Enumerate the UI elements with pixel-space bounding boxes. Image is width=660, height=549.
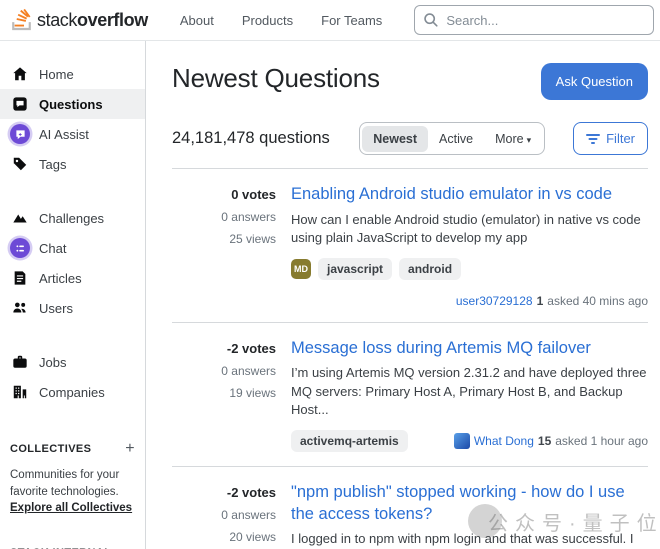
question-views: 19 views [172,386,276,400]
question-tags: MD javascript android [291,258,461,280]
question-views: 25 views [172,232,276,246]
sidebar-item-ai-assist[interactable]: AI Assist [0,119,145,149]
explore-collectives-link[interactable]: Explore all Collectives [10,502,132,514]
top-nav-links: About Products For Teams [170,7,392,34]
users-icon [10,298,30,318]
user-link[interactable]: What Dong [474,434,534,448]
building-icon [10,382,30,402]
search-icon [423,12,439,28]
stackoverflow-logo-icon [10,7,33,33]
sidebar-item-tags[interactable]: Tags [0,149,145,179]
top-navigation-bar: stackoverflow About Products For Teams [0,0,660,41]
tag-icon [10,154,30,174]
stackoverflow-logo[interactable]: stackoverflow [8,3,156,37]
filter-icon [586,133,600,145]
questions-icon [10,94,30,114]
nav-about[interactable]: About [170,7,224,34]
main-content: Newest Questions Ask Question 24,181,478… [146,41,660,549]
user-avatar[interactable] [454,433,470,449]
question-title-link[interactable]: Message loss during Artemis MQ failover [291,338,648,360]
chevron-down-icon: ▾ [527,135,532,145]
chat-icon [10,238,30,258]
question-votes: 0 votes [172,187,276,202]
user-link[interactable]: user30729128 [456,294,533,308]
question-excerpt: I logged in to npm with npm login and th… [291,530,648,549]
sidebar-item-label: Chat [39,241,66,256]
stackoverflow-page: stackoverflow About Products For Teams H… [0,0,660,549]
tag-activemq-artemis[interactable]: activemq-artemis [291,430,408,452]
sidebar-item-label: AI Assist [39,127,89,142]
question-excerpt: I’m using Artemis MQ version 2.31.2 and … [291,364,648,419]
question-attribution: What Dong 15 asked 1 hour ago [454,433,648,449]
home-icon [10,64,30,84]
question-views: 20 views [172,530,276,544]
sidebar-item-label: Users [39,301,73,316]
collectives-section: COLLECTIVES + Communities for your favor… [0,441,145,517]
question-votes: -2 votes [172,341,276,356]
question-votes: -2 votes [172,485,276,500]
tag-android[interactable]: android [399,258,461,280]
collectives-header: COLLECTIVES [10,443,91,455]
asked-time: asked 40 mins ago [547,294,648,308]
sidebar-item-label: Home [39,67,74,82]
search-input[interactable] [446,13,645,28]
filter-button[interactable]: Filter [573,122,648,155]
question-stats: 0 votes 0 answers 25 views [172,184,276,308]
sidebar-item-articles[interactable]: Articles [0,263,145,293]
question-row: 0 votes 0 answers 25 views Enabling Andr… [172,169,648,323]
sidebar-item-label: Articles [39,271,82,286]
question-stats: -2 votes 0 answers 19 views [172,338,276,452]
sidebar-item-challenges[interactable]: Challenges [0,203,145,233]
challenges-icon [10,208,30,228]
question-tags: activemq-artemis [291,430,408,452]
sidebar-item-jobs[interactable]: Jobs [0,347,145,377]
sort-tab-more[interactable]: More▾ [484,126,542,152]
ai-assist-icon [10,124,30,144]
question-row: -2 votes 0 answers 20 views "npm publish… [172,467,648,549]
collectives-description: Communities for your favorite technologi… [10,469,119,498]
sort-tab-active[interactable]: Active [428,126,484,152]
question-excerpt: How can I enable Android studio (emulato… [291,211,648,248]
nav-products[interactable]: Products [232,7,303,34]
stackoverflow-wordmark: stackoverflow [37,10,148,31]
briefcase-icon [10,352,30,372]
sidebar-item-chat[interactable]: Chat [0,233,145,263]
ask-question-button[interactable]: Ask Question [541,63,648,100]
page-title: Newest Questions [172,63,380,94]
sidebar-item-label: Questions [39,97,103,112]
sidebar-item-questions[interactable]: Questions [0,89,145,119]
sidebar-item-users[interactable]: Users [0,293,145,323]
articles-icon [10,268,30,288]
sidebar-item-home[interactable]: Home [0,59,145,89]
asked-time: asked 1 hour ago [555,434,648,448]
add-collective-button[interactable]: + [125,441,135,457]
question-list: 0 votes 0 answers 25 views Enabling Andr… [172,168,648,549]
nav-for-teams[interactable]: For Teams [311,7,392,34]
question-row: -2 votes 0 answers 19 views Message loss… [172,323,648,467]
question-attribution: user30729128 1 asked 40 mins ago [291,294,648,308]
user-reputation: 15 [538,434,551,448]
question-title-link[interactable]: "npm publish" stopped working - how do I… [291,482,648,526]
question-count: 24,181,478 questions [172,129,359,148]
search-box[interactable] [414,5,654,35]
sidebar-item-label: Challenges [39,211,104,226]
tag-javascript[interactable]: javascript [318,258,392,280]
collective-badge[interactable]: MD [291,259,311,279]
question-title-link[interactable]: Enabling Android studio emulator in vs c… [291,184,648,206]
sort-tab-newest[interactable]: Newest [362,126,428,152]
question-answers: 0 answers [172,364,276,378]
sort-button-group: Newest Active More▾ [359,122,545,155]
sidebar-item-label: Companies [39,385,105,400]
left-sidebar: Home Questions AI Assist Tags [0,41,146,549]
sidebar-item-label: Jobs [39,355,66,370]
sidebar-item-label: Tags [39,157,66,172]
question-stats: -2 votes 0 answers 20 views [172,482,276,549]
question-answers: 0 answers [172,210,276,224]
question-answers: 0 answers [172,508,276,522]
user-reputation: 1 [537,294,544,308]
sidebar-item-companies[interactable]: Companies [0,377,145,407]
